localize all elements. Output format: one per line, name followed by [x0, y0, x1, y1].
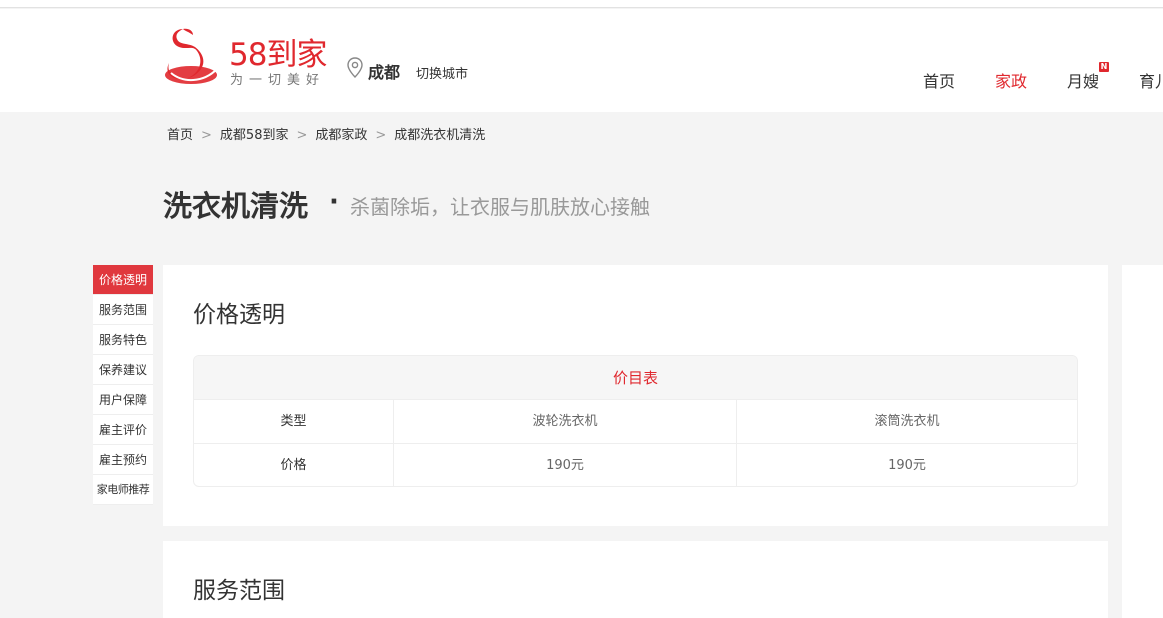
nav-item-home[interactable]: 首页 — [923, 68, 955, 92]
browser-top-line — [0, 0, 1163, 8]
title-dot: · — [329, 187, 339, 217]
table-row: 价格 190元 190元 — [194, 444, 1077, 486]
breadcrumb-category[interactable]: 成都家政 — [315, 128, 367, 143]
breadcrumb: 首页 > 成都58到家 > 成都家政 > 成都洗衣机清洗 — [167, 124, 485, 143]
switch-city-link[interactable]: 切换城市 — [416, 63, 468, 82]
breadcrumb-city[interactable]: 成都58到家 — [220, 128, 289, 143]
side-nav-item-features[interactable]: 服务特色 — [93, 325, 153, 355]
side-nav-item-price[interactable]: 价格透明 — [93, 265, 153, 295]
row-label-type: 类型 — [280, 414, 307, 429]
brand-name: 58到家 — [229, 37, 327, 73]
side-nav-item-booking[interactable]: 雇主预约 — [93, 445, 153, 475]
brand-slogan: 为一切美好 — [230, 73, 326, 88]
right-panel-edge — [1122, 265, 1163, 618]
new-badge: N — [1099, 62, 1109, 72]
cell-type-drum: 滚筒洗衣机 — [736, 400, 1077, 443]
service-scope-section: 服务范围 — [163, 541, 1108, 618]
current-city: 成都 — [368, 63, 401, 82]
side-nav-item-maintenance[interactable]: 保养建议 — [93, 355, 153, 385]
site-header: 58到家 为一切美好 成都 切换城市 首页 家政 月嫂 N 育儿 — [0, 9, 1163, 112]
nav-item-maternity-nurse[interactable]: 月嫂 — [1067, 68, 1099, 92]
breadcrumb-separator: > — [375, 128, 387, 143]
breadcrumb-current[interactable]: 成都洗衣机清洗 — [394, 128, 485, 143]
side-nav-item-technicians[interactable]: 家电师推荐 — [93, 475, 153, 505]
site-logo[interactable]: 58到家 为一切美好 — [163, 25, 343, 88]
cell-price-drum: 190元 — [736, 444, 1077, 486]
side-nav: 价格透明 服务范围 服务特色 保养建议 用户保障 雇主评价 雇主预约 家电师推荐 — [93, 265, 153, 505]
cell-price-pulsator: 190元 — [393, 444, 736, 486]
side-nav-item-scope[interactable]: 服务范围 — [93, 295, 153, 325]
nav-item-childcare[interactable]: 育儿 — [1139, 68, 1163, 92]
price-section-title: 价格透明 — [193, 302, 285, 328]
page-title: 洗衣机清洗 — [163, 189, 309, 223]
cell-type-pulsator: 波轮洗衣机 — [393, 400, 736, 443]
service-scope-title: 服务范围 — [193, 578, 285, 604]
breadcrumb-separator: > — [296, 128, 308, 143]
price-table-title: 价目表 — [194, 356, 1077, 400]
nav-item-housekeeping[interactable]: 家政 — [995, 68, 1027, 92]
swan-logo-icon — [165, 28, 218, 84]
row-label-price: 价格 — [280, 458, 307, 473]
page-subtitle: 杀菌除垢，让衣服与肌肤放心接触 — [350, 195, 650, 219]
price-table: 价目表 类型 波轮洗衣机 滚筒洗衣机 价格 190元 190元 — [193, 355, 1078, 487]
side-nav-item-guarantee[interactable]: 用户保障 — [93, 385, 153, 415]
table-row: 类型 波轮洗衣机 滚筒洗衣机 — [194, 400, 1077, 444]
price-section: 价格透明 价目表 类型 波轮洗衣机 滚筒洗衣机 价格 190元 190元 — [163, 265, 1108, 526]
breadcrumb-separator: > — [201, 128, 212, 143]
location-pin-icon — [347, 57, 363, 78]
side-nav-item-reviews[interactable]: 雇主评价 — [93, 415, 153, 445]
breadcrumb-home[interactable]: 首页 — [167, 128, 193, 143]
